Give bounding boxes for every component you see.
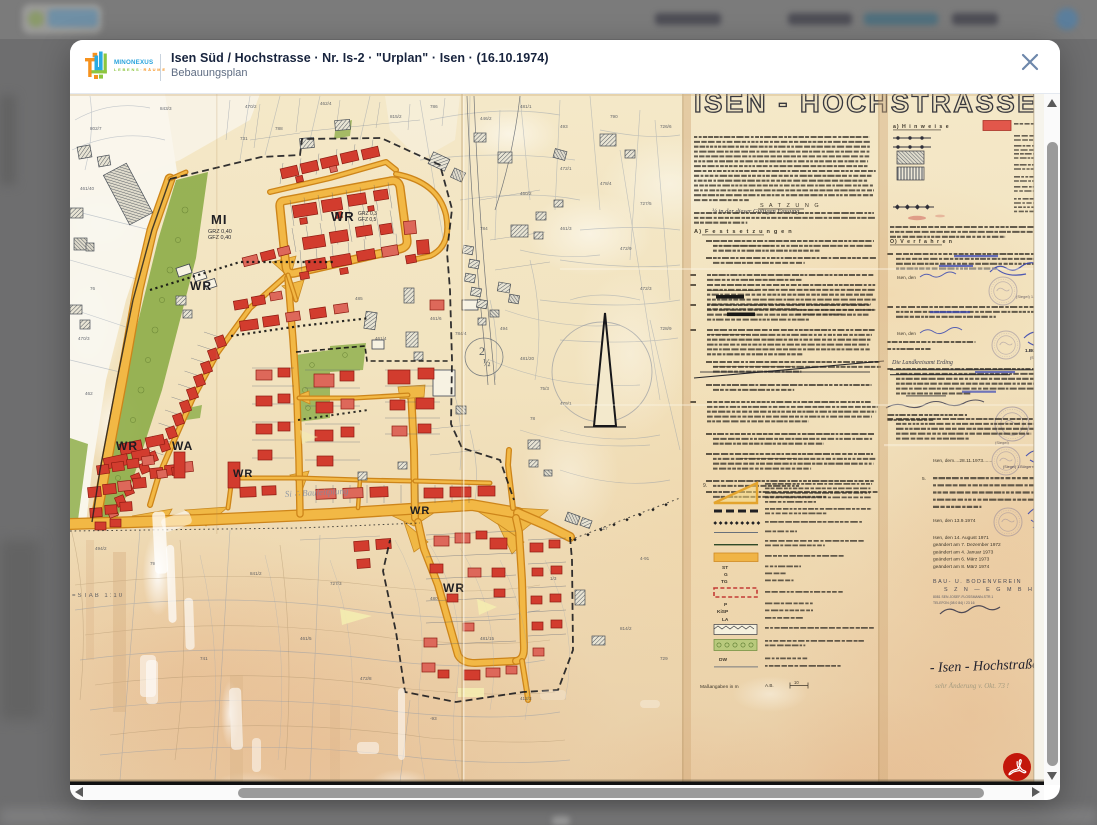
svg-text:814/2: 814/2 (620, 626, 632, 631)
svg-text:481/1: 481/1 (520, 104, 532, 109)
svg-text:784/4: 784/4 (455, 331, 467, 336)
svg-text:P: P (724, 602, 728, 608)
svg-text:Isen, den: Isen, den (897, 275, 916, 280)
svg-text:480: 480 (430, 596, 438, 601)
svg-text:470/2: 470/2 (245, 104, 257, 109)
svg-text:727/3: 727/3 (330, 581, 342, 586)
svg-text:TG: TG (721, 579, 728, 585)
svg-text:WR: WR (190, 279, 212, 293)
svg-text:412/3: 412/3 (520, 696, 532, 701)
svg-text:472/9: 472/9 (620, 246, 632, 251)
svg-text:Maßangaben in m: Maßangaben in m (700, 684, 739, 690)
svg-text:1/3: 1/3 (550, 576, 557, 581)
svg-text:G: G (724, 572, 728, 578)
svg-text:741: 741 (200, 656, 208, 661)
svg-text:4-91: 4-91 (640, 556, 650, 561)
svg-text:geändert am 7. Dezember 1972: geändert am 7. Dezember 1972 (933, 542, 1001, 548)
svg-text:494: 494 (500, 326, 508, 331)
svg-text:9.: 9. (703, 483, 707, 489)
svg-text:ISEN - HOCHSTRASSE: ISEN - HOCHSTRASSE (694, 94, 1038, 118)
svg-text:815/2: 815/2 (390, 114, 402, 119)
svg-text:GFZ 0,5: GFZ 0,5 (358, 217, 377, 223)
svg-text:446/2: 446/2 (480, 116, 492, 121)
svg-text:DW: DW (719, 657, 727, 663)
svg-text:LA: LA (722, 617, 729, 623)
svg-text:Isen, den 14. August 1971: Isen, den 14. August 1971 (933, 535, 989, 541)
svg-text:478/4: 478/4 (600, 181, 612, 186)
svg-text:802/7: 802/7 (90, 126, 102, 131)
svg-text:-93: -93 (430, 716, 437, 721)
svg-text:462: 462 (85, 391, 93, 396)
svg-text:729: 729 (660, 656, 668, 661)
svg-text:sehr Änderung v. Okt. 73 !: sehr Änderung v. Okt. 73 ! (935, 682, 1010, 690)
svg-text:KiSP: KiSP (717, 609, 729, 615)
svg-text:½: ½ (483, 358, 491, 369)
svg-text:5.: 5. (922, 476, 926, 482)
svg-text:A) F e s t s e t z u n g e n: A) F e s t s e t z u n g e n (694, 229, 793, 235)
svg-text:Isen, dem....28.11.1973.......: Isen, dem....28.11.1973....... (933, 458, 992, 464)
svg-text:S A T Z U N G: S A T Z U N G (760, 203, 821, 209)
svg-text:461/5: 461/5 (300, 636, 312, 641)
svg-text:WR: WR (116, 439, 138, 453)
svg-text:- Isen - Hochstraße -: - Isen - Hochstraße - (930, 657, 1044, 676)
svg-text:WR: WR (331, 209, 355, 224)
svg-text:75/3: 75/3 (540, 386, 549, 391)
svg-text:geändert am 6. März 1973: geändert am 6. März 1973 (933, 557, 990, 563)
svg-text:461/4: 461/4 (375, 336, 387, 341)
svg-text:461/6: 461/6 (430, 316, 442, 321)
svg-text:10: 10 (794, 680, 799, 685)
svg-text:TELEFON (08 0 84) / 23 16: TELEFON (08 0 84) / 23 16 (933, 601, 975, 605)
svg-text:a) H i n w e i s e: a) H i n w e i s e (893, 124, 950, 130)
svg-text:8081 SEN JOSEF-FLOSSMANN-STR.1: 8081 SEN JOSEF-FLOSSMANN-STR.1 (933, 595, 993, 599)
svg-text:78: 78 (530, 416, 536, 421)
svg-text:geändert am 4. Januar 1973: geändert am 4. Januar 1973 (933, 549, 994, 555)
svg-text:WR: WR (233, 468, 253, 480)
svg-text:Si ∴ Bauleitplung: Si ∴ Bauleitplung (285, 486, 350, 499)
svg-text:Isen, den: Isen, den (897, 331, 916, 336)
svg-text:786: 786 (430, 104, 438, 109)
svg-text:=STAB 1:10: =STAB 1:10 (72, 593, 124, 599)
svg-text:841/2: 841/2 (250, 571, 262, 576)
svg-text:geändert am 8. März 1974: geändert am 8. März 1974 (933, 564, 990, 570)
svg-text:WA: WA (172, 439, 193, 453)
svg-text:731: 731 (240, 136, 248, 141)
svg-text:494/2: 494/2 (95, 546, 107, 551)
svg-text:784: 784 (480, 226, 488, 231)
svg-text:790: 790 (610, 114, 618, 119)
svg-text:727/5: 727/5 (640, 201, 652, 206)
svg-text:485: 485 (355, 296, 363, 301)
svg-text:417: 417 (600, 526, 608, 531)
svg-text:Die Landkreisamt Erding: Die Landkreisamt Erding (891, 360, 953, 366)
svg-text:Isen, den 13.9.1974: Isen, den 13.9.1974 (933, 518, 976, 524)
svg-text:472/1: 472/1 (560, 166, 572, 171)
svg-text:472/8: 472/8 (360, 676, 372, 681)
svg-text:493: 493 (560, 124, 568, 129)
svg-text:76: 76 (90, 286, 96, 291)
svg-text:461/40: 461/40 (80, 186, 94, 191)
svg-text:ST: ST (722, 565, 728, 571)
svg-text:O) V e r f a h r e n: O) V e r f a h r e n (890, 239, 953, 245)
svg-text:WR: WR (410, 505, 430, 517)
svg-text:(Siegel) 1.Bürgerm.: (Siegel) 1.Bürgerm. (1003, 465, 1036, 469)
svg-text:481/20: 481/20 (520, 356, 534, 361)
svg-text:S Z N — E G M B H: S Z N — E G M B H (944, 587, 1034, 593)
svg-text:726/6: 726/6 (660, 124, 672, 129)
svg-text:470/3: 470/3 (78, 336, 90, 341)
svg-text:481/15: 481/15 (480, 636, 494, 641)
svg-text:460/2: 460/2 (520, 191, 532, 196)
svg-text:GFZ 0,40: GFZ 0,40 (208, 235, 231, 241)
svg-text:788: 788 (275, 126, 283, 131)
svg-text:462/4: 462/4 (320, 101, 332, 106)
svg-text:BAU- U. BODENVEREIN: BAU- U. BODENVEREIN (933, 579, 1022, 585)
svg-text:MI: MI (211, 212, 227, 227)
svg-text:728/9: 728/9 (660, 326, 672, 331)
svg-text:843/3: 843/3 (160, 106, 172, 111)
svg-text:472/3: 472/3 (640, 286, 652, 291)
svg-text:A.B.: A.B. (765, 683, 774, 688)
svg-text:461/3: 461/3 (560, 226, 572, 231)
svg-text:2: 2 (479, 344, 485, 358)
